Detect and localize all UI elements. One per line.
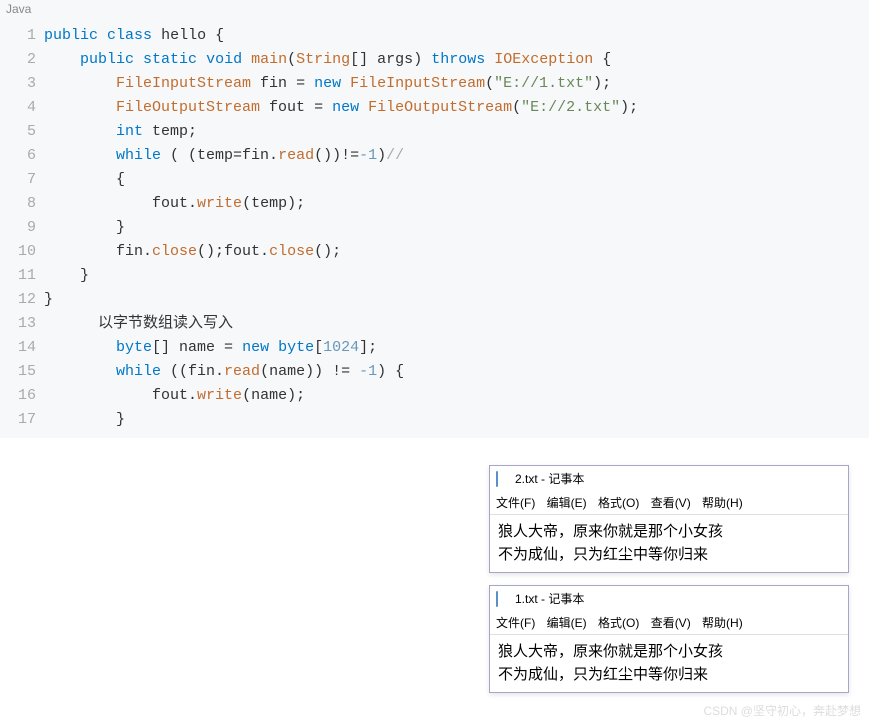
menu-help[interactable]: 帮助(H) — [702, 496, 743, 510]
notepad-icon — [496, 472, 510, 486]
code-line: } — [44, 264, 869, 288]
line-number: 3 — [0, 72, 36, 96]
line-number: 8 — [0, 192, 36, 216]
menu-file[interactable]: 文件(F) — [496, 616, 535, 630]
menu-edit[interactable]: 编辑(E) — [547, 616, 587, 630]
text-line: 狼人大帝，原来你就是那个小女孩 — [498, 521, 840, 544]
code-content: public class hello { public static void … — [44, 18, 869, 438]
code-line: public class hello { — [44, 24, 869, 48]
line-number: 15 — [0, 360, 36, 384]
line-number: 14 — [0, 336, 36, 360]
code-line: int temp; — [44, 120, 869, 144]
code-line: { — [44, 168, 869, 192]
notepad-window-2txt: 2.txt - 记事本 文件(F) 编辑(E) 格式(O) 查看(V) 帮助(H… — [489, 465, 849, 573]
line-number-gutter: 1 2 3 4 5 6 7 8 9 10 11 12 13 14 15 16 1… — [0, 18, 44, 438]
notepad-area: 2.txt - 记事本 文件(F) 编辑(E) 格式(O) 查看(V) 帮助(H… — [489, 465, 849, 705]
line-number: 7 — [0, 168, 36, 192]
code-line: } — [44, 288, 869, 312]
notepad-content[interactable]: 狼人大帝，原来你就是那个小女孩 不为成仙，只为红尘中等你归来 — [490, 515, 848, 572]
menu-edit[interactable]: 编辑(E) — [547, 496, 587, 510]
notepad-window-1txt: 1.txt - 记事本 文件(F) 编辑(E) 格式(O) 查看(V) 帮助(H… — [489, 585, 849, 693]
language-label: Java — [0, 0, 869, 18]
line-number: 16 — [0, 384, 36, 408]
window-title: 1.txt - 记事本 — [515, 590, 584, 607]
titlebar: 2.txt - 记事本 — [490, 466, 848, 491]
code-line: fout.write(name); — [44, 384, 869, 408]
menubar: 文件(F) 编辑(E) 格式(O) 查看(V) 帮助(H) — [490, 611, 848, 635]
notepad-content[interactable]: 狼人大帝，原来你就是那个小女孩 不为成仙，只为红尘中等你归来 — [490, 635, 848, 692]
code-line: } — [44, 216, 869, 240]
line-number: 6 — [0, 144, 36, 168]
menu-view[interactable]: 查看(V) — [651, 616, 691, 630]
menu-file[interactable]: 文件(F) — [496, 496, 535, 510]
code-line: fout.write(temp); — [44, 192, 869, 216]
line-number: 10 — [0, 240, 36, 264]
line-number: 5 — [0, 120, 36, 144]
line-number: 17 — [0, 408, 36, 432]
code-line: } — [44, 408, 869, 432]
line-number: 4 — [0, 96, 36, 120]
line-number: 12 — [0, 288, 36, 312]
menu-format[interactable]: 格式(O) — [598, 496, 639, 510]
code-line: public static void main(String[] args) t… — [44, 48, 869, 72]
menubar: 文件(F) 编辑(E) 格式(O) 查看(V) 帮助(H) — [490, 491, 848, 515]
text-line: 狼人大帝，原来你就是那个小女孩 — [498, 641, 840, 664]
code-line: byte[] name = new byte[1024]; — [44, 336, 869, 360]
code-line: 以字节数组读入写入 — [44, 312, 869, 336]
titlebar: 1.txt - 记事本 — [490, 586, 848, 611]
notepad-icon — [496, 592, 510, 606]
window-title: 2.txt - 记事本 — [515, 470, 584, 487]
line-number: 1 — [0, 24, 36, 48]
watermark: CSDN @坚守初心，奔赴梦想 — [703, 702, 861, 719]
line-number: 2 — [0, 48, 36, 72]
line-number: 9 — [0, 216, 36, 240]
line-number: 13 — [0, 312, 36, 336]
code-block: Java 1 2 3 4 5 6 7 8 9 10 11 12 13 14 15… — [0, 0, 869, 438]
code-line: while ((fin.read(name)) != -1) { — [44, 360, 869, 384]
code-line: FileInputStream fin = new FileInputStrea… — [44, 72, 869, 96]
code-line: FileOutputStream fout = new FileOutputSt… — [44, 96, 869, 120]
menu-view[interactable]: 查看(V) — [651, 496, 691, 510]
code-line: fin.close();fout.close(); — [44, 240, 869, 264]
code-area: 1 2 3 4 5 6 7 8 9 10 11 12 13 14 15 16 1… — [0, 18, 869, 438]
line-number: 11 — [0, 264, 36, 288]
code-line: while ( (temp=fin.read())!=-1)// — [44, 144, 869, 168]
menu-format[interactable]: 格式(O) — [598, 616, 639, 630]
menu-help[interactable]: 帮助(H) — [702, 616, 743, 630]
text-line: 不为成仙，只为红尘中等你归来 — [498, 664, 840, 687]
text-line: 不为成仙，只为红尘中等你归来 — [498, 544, 840, 567]
